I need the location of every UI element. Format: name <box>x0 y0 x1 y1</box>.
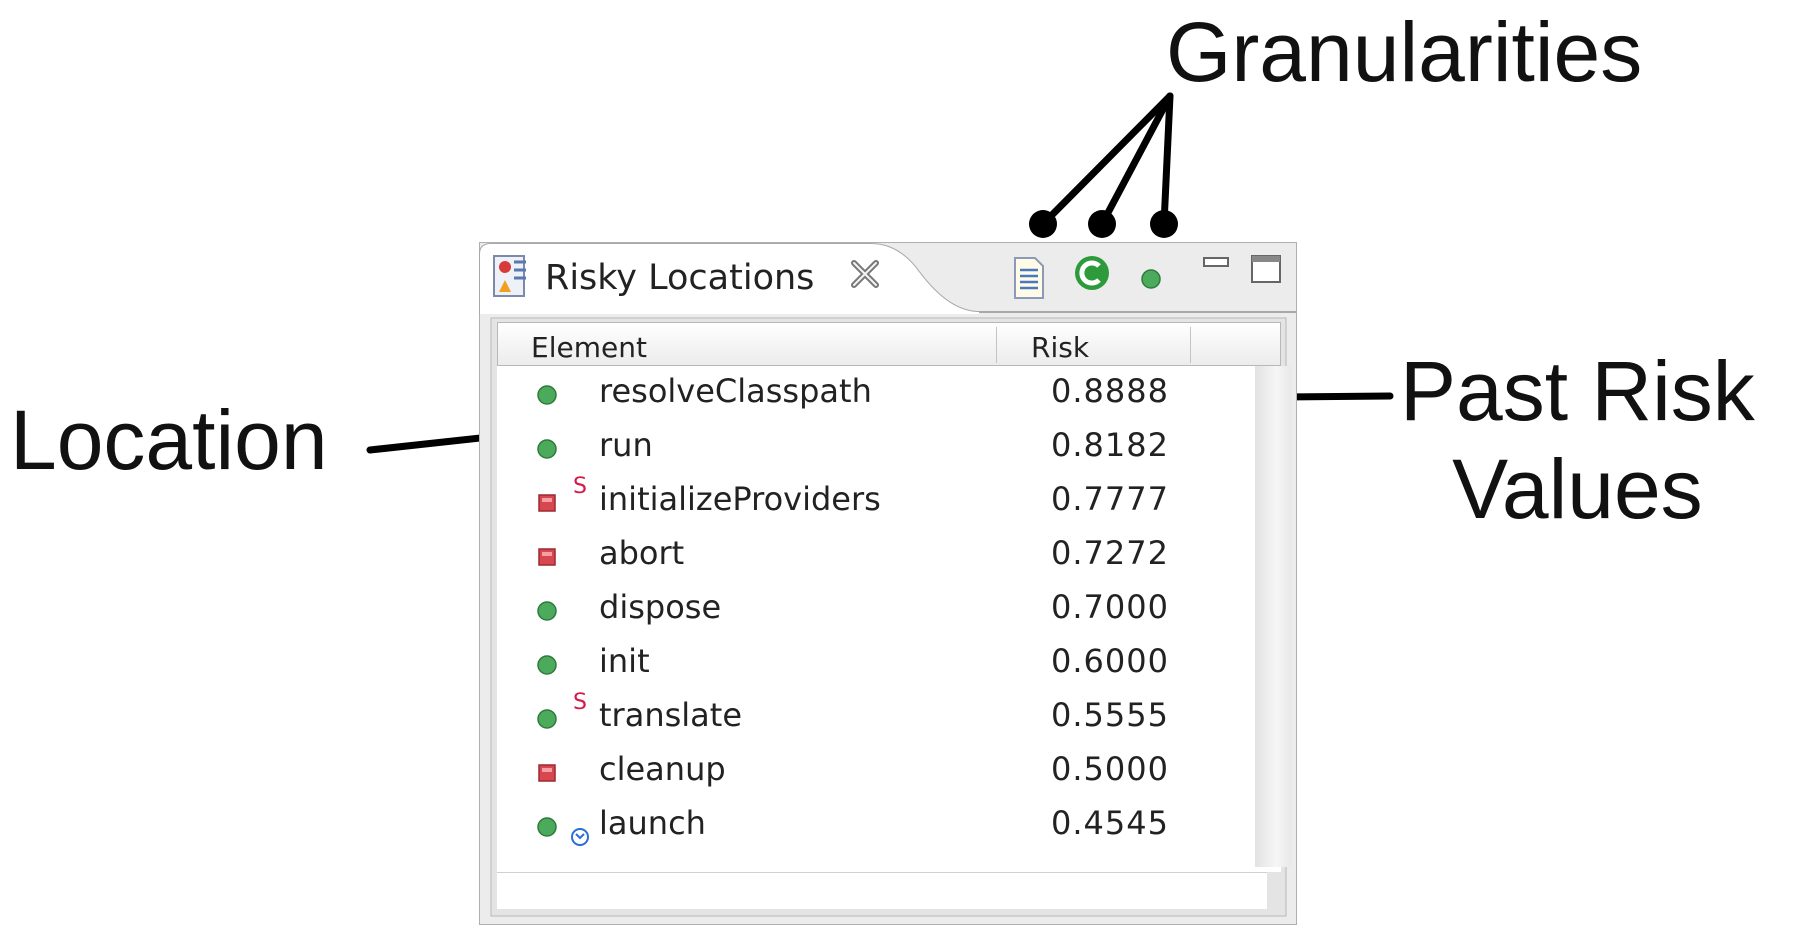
public-method-icon <box>537 385 557 405</box>
row-element-name: dispose <box>599 588 722 626</box>
risk-table: Element Risk resolveClasspath 0.8888 run 0.… <box>497 322 1291 872</box>
row-element-name: launch <box>599 804 706 842</box>
public-method-icon <box>537 601 557 621</box>
row-element-name: translate <box>599 696 742 734</box>
table-row[interactable]: launch 0.4545 <box>497 798 1255 852</box>
granularities-callout: Granularities <box>1166 5 1643 99</box>
vertical-scrollbar[interactable] <box>1255 366 1291 867</box>
location-callout: Location <box>10 393 328 487</box>
arrow-dot-file <box>1029 210 1057 238</box>
minimize-icon[interactable] <box>1202 256 1230 270</box>
arrow-line-class <box>1098 92 1174 228</box>
past-risk-values-callout: Past Risk Values <box>1400 342 1755 539</box>
column-header-risk[interactable]: Risk <box>1031 331 1089 364</box>
public-method-icon <box>537 709 557 729</box>
table-row[interactable]: dispose 0.7000 <box>497 582 1255 636</box>
row-risk-value: 0.8182 <box>1051 426 1169 464</box>
table-row[interactable]: run 0.8182 <box>497 420 1255 474</box>
row-risk-value: 0.4545 <box>1051 804 1169 842</box>
arrow-dot-class <box>1088 210 1116 238</box>
column-header-element[interactable]: Element <box>531 331 647 364</box>
public-method-icon <box>537 439 557 459</box>
private-method-icon <box>538 494 556 512</box>
row-risk-value: 0.7000 <box>1051 588 1169 626</box>
view-tab-title[interactable]: Risky Locations <box>545 258 814 298</box>
table-row[interactable]: abort 0.7272 <box>497 528 1255 582</box>
file-granularity-icon[interactable] <box>1013 256 1045 300</box>
row-risk-value: 0.8888 <box>1051 372 1169 410</box>
row-element-name: run <box>599 426 653 464</box>
row-element-name: init <box>599 642 650 680</box>
row-risk-value: 0.6000 <box>1051 642 1169 680</box>
row-risk-value: 0.5555 <box>1051 696 1169 734</box>
public-method-icon <box>537 655 557 675</box>
maximize-icon[interactable] <box>1250 254 1282 284</box>
static-modifier-badge: S <box>573 474 587 499</box>
class-granularity-icon[interactable] <box>1073 254 1111 292</box>
row-risk-value: 0.7777 <box>1051 480 1169 518</box>
past-risk-line1: Past Risk <box>1400 344 1755 438</box>
public-method-icon <box>537 817 557 837</box>
table-row[interactable]: cleanup 0.5000 <box>497 744 1255 798</box>
row-element-name: cleanup <box>599 750 726 788</box>
row-element-name: resolveClasspath <box>599 372 872 410</box>
row-risk-value: 0.5000 <box>1051 750 1169 788</box>
past-risk-line2: Values <box>1452 442 1703 537</box>
static-modifier-badge: S <box>573 690 587 715</box>
table-row[interactable]: SinitializeProviders 0.7777 <box>497 474 1255 528</box>
table-row[interactable]: Stranslate 0.5555 <box>497 690 1255 744</box>
risky-locations-view: Risky Locations Element Risk resolveClas… <box>479 242 1297 925</box>
arrow-line-file <box>1039 92 1174 228</box>
risky-locations-view-icon <box>493 255 526 297</box>
arrow-line-method <box>1160 92 1174 228</box>
table-row[interactable]: resolveClasspath 0.8888 <box>497 366 1255 420</box>
row-risk-value: 0.7272 <box>1051 534 1169 572</box>
private-method-icon <box>538 764 556 782</box>
column-separator[interactable] <box>996 327 997 363</box>
view-status-area <box>497 872 1267 909</box>
arrow-dot-method <box>1150 210 1178 238</box>
column-separator[interactable] <box>1190 327 1191 363</box>
row-element-name: initializeProviders <box>599 480 881 518</box>
row-element-name: abort <box>599 534 685 572</box>
close-icon[interactable] <box>849 258 881 290</box>
table-header: Element Risk <box>497 322 1281 366</box>
private-method-icon <box>538 548 556 566</box>
synchronized-icon <box>571 828 589 846</box>
method-granularity-icon[interactable] <box>1140 268 1162 290</box>
table-row[interactable]: init 0.6000 <box>497 636 1255 690</box>
